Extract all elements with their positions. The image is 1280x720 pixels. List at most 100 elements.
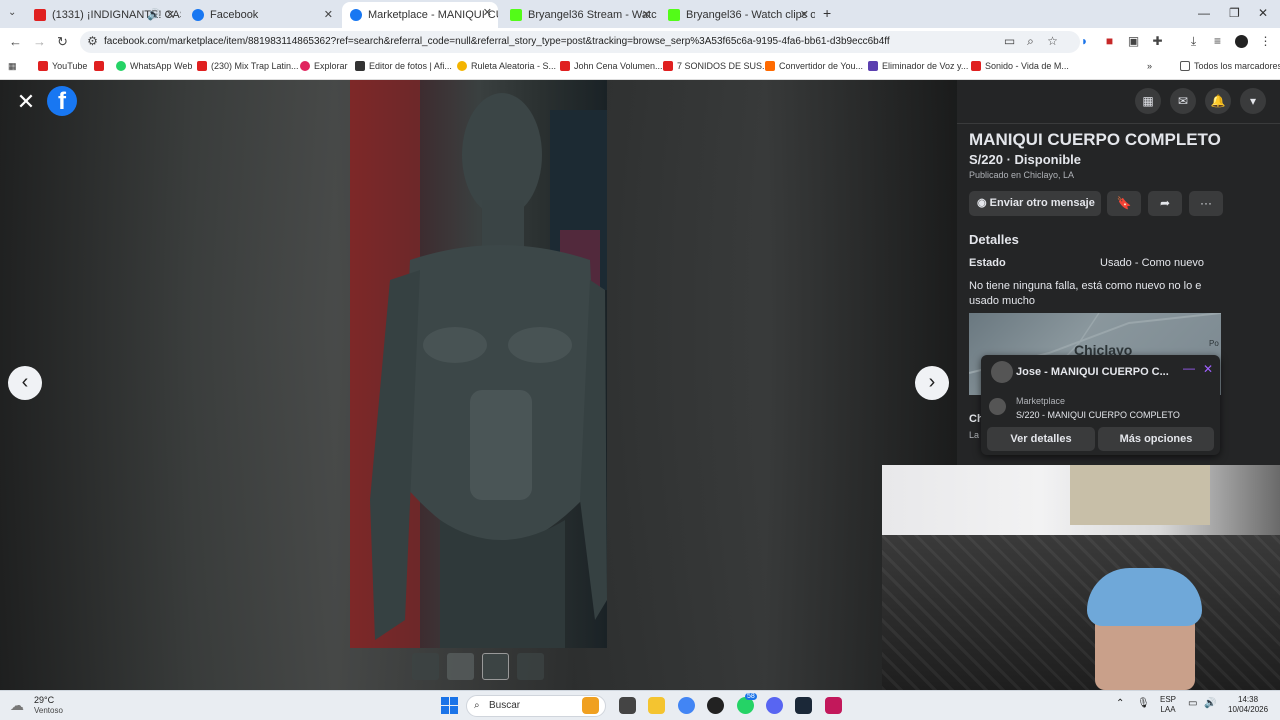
close-icon[interactable]: ✕ — [324, 8, 333, 21]
share-button[interactable]: ➦ — [1148, 191, 1182, 216]
download-icon[interactable]: ⤓ — [1187, 35, 1200, 48]
more-options-button[interactable]: ··· — [1189, 191, 1223, 216]
bookmark-star-icon[interactable]: ☆ — [1046, 35, 1059, 48]
discord-icon[interactable] — [766, 697, 783, 714]
address-toolbar: ← → ↻ facebook.com/marketplace/item/8819… — [0, 28, 1280, 56]
forward-icon[interactable]: → — [33, 34, 46, 49]
extension-icon[interactable]: ■ — [1103, 35, 1116, 48]
menu-grid-icon[interactable]: ▦ — [1135, 88, 1161, 114]
taskbar: ☁ 29°C Ventoso ⌕ Buscar 58 ⌃ 🎙 ESP LAA ▭ … — [0, 690, 1280, 720]
bookmark-editor-fotos[interactable]: Editor de fotos | Afi... — [355, 61, 452, 71]
more-bookmarks-icon[interactable]: » — [1147, 61, 1152, 71]
obs-icon[interactable] — [707, 697, 724, 714]
thumbnail[interactable] — [412, 653, 439, 680]
app-icon[interactable] — [825, 697, 842, 714]
close-icon[interactable]: ✕ — [642, 8, 651, 21]
bookmark-label: YouTube — [52, 61, 88, 71]
new-tab-icon[interactable]: + — [823, 5, 831, 21]
bookmark-whatsapp[interactable] — [94, 61, 108, 71]
bookmark-label: Editor de fotos | Afi... — [369, 61, 452, 71]
bookmark-sonido-vida[interactable]: Sonido - Vida de M... — [971, 61, 1069, 71]
game-icon[interactable] — [582, 697, 599, 714]
install-app-icon[interactable]: ▭ — [1003, 35, 1016, 48]
bookmark-mix-trap[interactable]: (230) Mix Trap Latin... — [197, 61, 299, 71]
all-bookmarks[interactable]: Todos los marcadores — [1180, 61, 1280, 71]
send-message-button[interactable]: ◉ Enviar otro mensaje — [969, 191, 1101, 216]
whatsapp-icon — [116, 61, 126, 71]
search-placeholder: Buscar — [489, 700, 521, 711]
extension-icon[interactable]: ▣ — [1127, 35, 1140, 48]
url-input[interactable]: facebook.com/marketplace/item/8819831148… — [80, 31, 1080, 53]
listing-location: Publicado en Chiclayo, LA — [969, 170, 1075, 180]
tab-marketplace[interactable]: Marketplace - MANIQUI CUERP ✕ — [342, 2, 498, 28]
tab-search-icon[interactable]: ⌄ — [8, 7, 16, 18]
more-options-button[interactable]: Más opciones — [1098, 427, 1214, 451]
close-icon[interactable]: ✕ — [1203, 362, 1213, 376]
task-view-icon[interactable] — [619, 697, 636, 714]
chat-source: Marketplace — [1016, 396, 1066, 406]
minimize-icon[interactable]: — — [1183, 361, 1195, 375]
menu-icon[interactable]: ⋮ — [1259, 35, 1272, 48]
bookmark-label: Eliminador de Voz y... — [882, 61, 969, 71]
file-explorer-icon[interactable] — [648, 697, 665, 714]
reload-icon[interactable]: ↻ — [57, 34, 68, 50]
thumbnail[interactable] — [517, 653, 544, 680]
tab-facebook[interactable]: Facebook ✕ — [184, 4, 339, 26]
close-window-icon[interactable]: ✕ — [1258, 6, 1268, 20]
thumbnail[interactable] — [482, 653, 509, 680]
weather-temp[interactable]: 29°C — [34, 695, 54, 705]
view-details-button[interactable]: Ver detalles — [987, 427, 1095, 451]
close-icon[interactable]: ✕ — [483, 6, 492, 19]
microphone-icon[interactable]: 🎙 — [1137, 699, 1150, 709]
bookmark-eliminador[interactable]: Eliminador de Voz y... — [868, 61, 968, 71]
volume-icon[interactable]: 🔊 — [1204, 699, 1216, 709]
windows-start-icon[interactable] — [441, 697, 458, 714]
bookmark-label: 7 SONIDOS DE SUS... — [677, 61, 770, 71]
extension-icon[interactable]: ◗ — [1078, 35, 1091, 48]
close-icon[interactable]: ✕ — [14, 90, 38, 114]
zoom-icon[interactable]: ⌕ — [1024, 35, 1037, 48]
notifications-icon[interactable]: 🔔 — [1205, 88, 1231, 114]
apps-icon[interactable]: ▦ — [8, 61, 17, 72]
network-icon[interactable]: ▭ — [1188, 699, 1197, 709]
chrome-icon[interactable] — [678, 697, 695, 714]
language-indicator[interactable]: ESP LAA — [1160, 695, 1176, 715]
close-icon[interactable]: ✕ — [166, 8, 175, 21]
close-icon[interactable]: ✕ — [800, 8, 809, 21]
tab-kick-stream[interactable]: Bryangel36 Stream - Watch Live ✕ — [502, 4, 657, 26]
back-icon[interactable]: ← — [9, 34, 22, 49]
tab-youtube[interactable]: (1331) ¡INDIGNANTE! CASO 🔊 ✕ — [26, 4, 181, 26]
thumbnail[interactable] — [447, 653, 474, 680]
url-text: facebook.com/marketplace/item/8819831148… — [104, 36, 890, 47]
minimize-icon[interactable]: — — [1198, 6, 1210, 20]
avatar[interactable] — [1235, 35, 1248, 48]
marble-wall — [882, 535, 1280, 690]
facebook-logo[interactable]: f — [47, 86, 77, 116]
site-info-icon[interactable]: ⚙ — [86, 35, 99, 48]
bookmark-youtube[interactable]: YouTube — [38, 61, 87, 71]
bookmark-sonidos[interactable]: 7 SONIDOS DE SUS... — [663, 61, 770, 71]
youtube-icon — [38, 61, 48, 71]
bookmark-convertidor[interactable]: Convertidor de You... — [765, 61, 863, 71]
puzzle-icon[interactable]: ✚ — [1151, 35, 1164, 48]
account-menu-icon[interactable]: ▾ — [1240, 88, 1266, 114]
bookmark-john-cena[interactable]: John Cena Volumen... — [560, 61, 663, 71]
restore-icon[interactable]: ❐ — [1229, 6, 1240, 20]
bookmark-label: Sonido - Vida de M... — [985, 61, 1069, 71]
bookmark-ruleta[interactable]: Ruleta Aleatoria - S... — [457, 61, 556, 71]
messenger-icon[interactable]: ✉ — [1170, 88, 1196, 114]
tab-kick-clips[interactable]: Bryangel36 - Watch clips on Ki ✕ — [660, 4, 815, 26]
clock[interactable]: 14:38 10/04/2026 — [1228, 695, 1268, 715]
bookmark-explorar[interactable]: Explorar — [300, 61, 348, 71]
messenger-icon: ◉ — [977, 197, 990, 209]
media-icon[interactable]: ≡ — [1211, 35, 1224, 48]
chat-title[interactable]: Jose - MANIQUI CUERPO C... — [1016, 366, 1169, 378]
bookmark-whatsapp-web[interactable]: WhatsApp Web — [116, 61, 192, 71]
steam-icon[interactable] — [795, 697, 812, 714]
tray-overflow-icon[interactable]: ⌃ — [1116, 699, 1124, 709]
explore-icon — [300, 61, 310, 71]
keyboard-layout: LAA — [1160, 705, 1176, 714]
previous-photo-button[interactable]: ‹ — [8, 366, 42, 400]
next-photo-button[interactable]: › — [915, 366, 949, 400]
save-button[interactable]: 🔖 — [1107, 191, 1141, 216]
